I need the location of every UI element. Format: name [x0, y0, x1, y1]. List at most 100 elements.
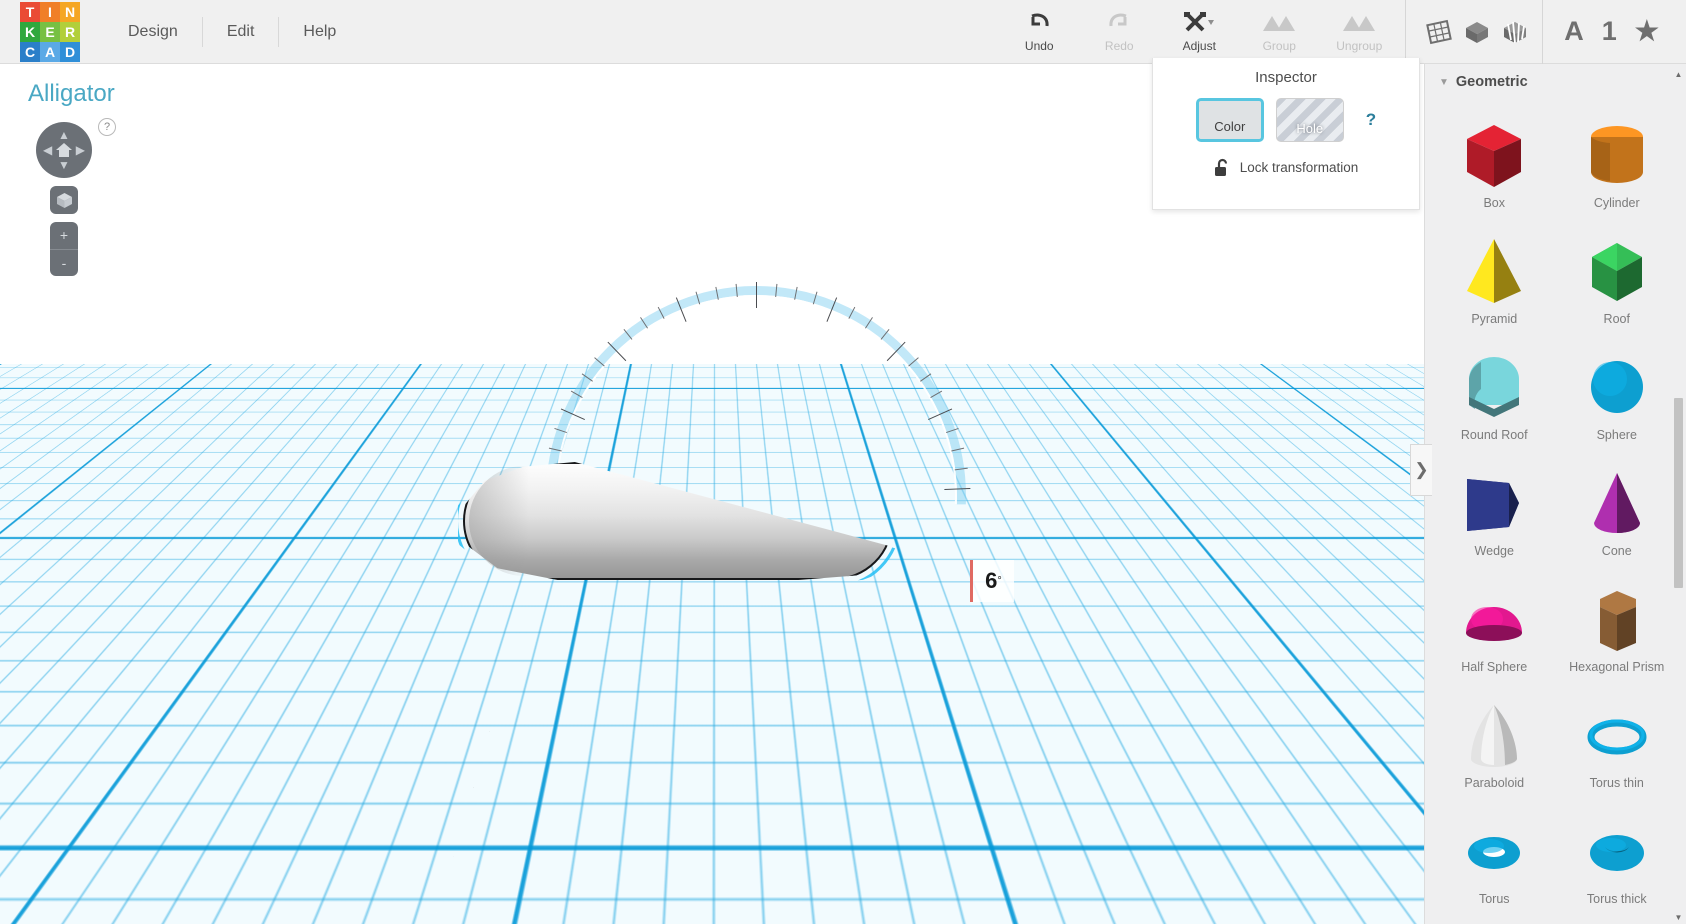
- shape-item-label: Pyramid: [1471, 312, 1517, 326]
- shape-item-label: Torus thick: [1587, 892, 1647, 906]
- hexprism-icon: [1580, 581, 1654, 659]
- shape-item-hexagonal-prism[interactable]: Hexagonal Prism: [1556, 562, 1679, 674]
- zoom-controls[interactable]: + -: [50, 222, 78, 276]
- view-navigation-widget[interactable]: ▲ ▼ ◀ ▶: [36, 122, 92, 178]
- unlocked-padlock-icon: [1214, 158, 1231, 177]
- redo-button[interactable]: Redo: [1079, 0, 1159, 64]
- rotation-angle-unit: °: [997, 575, 1001, 587]
- menu-edit[interactable]: Edit: [203, 17, 280, 47]
- logo-letter: I: [40, 2, 60, 22]
- undo-label: Undo: [1025, 39, 1054, 53]
- snap-grid-select[interactable]: 0.25 ▼: [1330, 886, 1408, 910]
- grid-controls: Edit grid Snap grid 0.25 ▼: [1269, 858, 1408, 910]
- menu-help[interactable]: Help: [279, 17, 360, 47]
- menu-design[interactable]: Design: [104, 17, 203, 47]
- shape-item-round-roof[interactable]: Round Roof: [1433, 330, 1556, 442]
- group-button[interactable]: Group: [1239, 0, 1319, 64]
- tinkercad-logo[interactable]: T I N K E R C A D: [20, 2, 80, 62]
- zoom-out-button[interactable]: -: [50, 250, 78, 277]
- cylinder-icon: [1580, 117, 1654, 195]
- shape-item-cone[interactable]: Cone: [1556, 446, 1679, 558]
- adjust-button[interactable]: Adjust: [1159, 0, 1239, 64]
- home-icon[interactable]: [55, 142, 73, 158]
- color-mode-swatch[interactable]: Color: [1196, 98, 1264, 142]
- shape-item-roof[interactable]: Roof: [1556, 214, 1679, 326]
- redo-label: Redo: [1105, 39, 1134, 53]
- shape-item-label: Box: [1483, 196, 1505, 210]
- logo-letter: R: [60, 22, 80, 42]
- pan-left-arrow-icon[interactable]: ◀: [43, 144, 52, 156]
- color-mode-label: Color: [1214, 119, 1245, 134]
- shape-item-torus-thick[interactable]: Torus thick: [1556, 794, 1679, 906]
- menu-bar: Design Edit Help: [104, 0, 360, 64]
- shape-item-label: Wedge: [1475, 544, 1514, 558]
- glyph-tools: A 1 ★: [1542, 0, 1686, 64]
- shape-item-label: Torus thin: [1590, 776, 1644, 790]
- striped-cube-icon[interactable]: [1496, 10, 1534, 54]
- ungroup-button[interactable]: Ungroup: [1319, 0, 1399, 64]
- favorites-star[interactable]: ★: [1635, 18, 1659, 45]
- shape-item-label: Half Sphere: [1461, 660, 1527, 674]
- group-icon: [1261, 10, 1297, 36]
- snap-grid-row: Snap grid 0.25 ▼: [1269, 886, 1408, 910]
- shapes-category-label: Geometric: [1456, 74, 1528, 90]
- pan-down-arrow-icon[interactable]: ▼: [58, 159, 70, 171]
- shape-item-sphere[interactable]: Sphere: [1556, 330, 1679, 442]
- panel-collapse-handle[interactable]: ❯: [1410, 444, 1432, 496]
- zoom-in-button[interactable]: +: [50, 222, 78, 250]
- project-title[interactable]: Alligator: [28, 80, 115, 108]
- scroll-down-arrow-icon[interactable]: ▼: [1673, 911, 1684, 924]
- inspector-help-icon[interactable]: ?: [1366, 110, 1376, 130]
- undo-button[interactable]: Undo: [999, 0, 1079, 64]
- shape-item-torus-thin[interactable]: Torus thin: [1556, 678, 1679, 790]
- shape-item-cylinder[interactable]: Cylinder: [1556, 98, 1679, 210]
- torusthin-icon: [1580, 697, 1654, 775]
- shape-item-box[interactable]: Box: [1433, 98, 1556, 210]
- inspector-swatch-row: Color Hole ?: [1153, 98, 1419, 142]
- lock-transformation-label: Lock transformation: [1240, 160, 1359, 175]
- shape-item-label: Round Roof: [1461, 428, 1528, 442]
- tinkercad-app: T I N K E R C A D Design Edit Help Undo …: [0, 0, 1686, 924]
- edit-grid-button[interactable]: Edit grid: [1338, 858, 1408, 880]
- paraboloid-body: [463, 462, 893, 580]
- shape-item-label: Cylinder: [1594, 196, 1640, 210]
- shape-item-wedge[interactable]: Wedge: [1433, 446, 1556, 558]
- paraboloid-solid[interactable]: [463, 462, 893, 580]
- fit-to-view-cube-icon[interactable]: [50, 186, 78, 214]
- ruler-tool[interactable]: 1: [1602, 18, 1617, 45]
- shape-item-torus[interactable]: Torus: [1433, 794, 1556, 906]
- scroll-up-arrow-icon[interactable]: ▲: [1673, 68, 1684, 81]
- adjust-label: Adjust: [1183, 39, 1216, 53]
- shapes-category-header[interactable]: ▼ Geometric: [1425, 64, 1686, 94]
- redo-icon: [1107, 10, 1131, 36]
- roundroof-icon: [1457, 349, 1531, 427]
- logo-letter: K: [20, 22, 40, 42]
- shape-item-label: Torus: [1479, 892, 1510, 906]
- top-toolbar: T I N K E R C A D Design Edit Help Undo …: [0, 0, 1686, 64]
- lock-transformation-row[interactable]: Lock transformation: [1153, 158, 1419, 177]
- shapes-panel: ▼ Geometric Box Cylinder Pyramid Roof Ro…: [1424, 64, 1686, 924]
- text-tool[interactable]: A: [1564, 18, 1584, 45]
- rotation-angle-readout: 6 °: [970, 560, 1014, 602]
- scrollbar-thumb[interactable]: [1674, 398, 1683, 588]
- cone-icon: [1580, 465, 1654, 543]
- workplane-icon[interactable]: [1420, 10, 1458, 54]
- shape-item-label: Cone: [1602, 544, 1632, 558]
- solid-cube-icon[interactable]: [1458, 10, 1496, 54]
- shape-item-pyramid[interactable]: Pyramid: [1433, 214, 1556, 326]
- shape-item-half-sphere[interactable]: Half Sphere: [1433, 562, 1556, 674]
- shapes-scrollbar[interactable]: ▲ ▼: [1673, 68, 1684, 924]
- shape-item-paraboloid[interactable]: Paraboloid: [1433, 678, 1556, 790]
- pan-right-arrow-icon[interactable]: ▶: [76, 144, 85, 156]
- viewport-help-icon[interactable]: ?: [98, 118, 116, 136]
- pan-up-arrow-icon[interactable]: ▲: [58, 129, 70, 141]
- rotation-angle-value: 6: [985, 568, 997, 594]
- torusthick-icon: [1580, 813, 1654, 891]
- pyramid-icon: [1457, 233, 1531, 311]
- shapes-grid: Box Cylinder Pyramid Roof Round Roof Sph…: [1425, 94, 1686, 906]
- wedge-icon: [1457, 465, 1531, 543]
- snap-grid-value: 0.25: [1337, 890, 1364, 906]
- view-mode-tools: [1405, 0, 1534, 64]
- undo-icon: [1027, 10, 1051, 36]
- hole-mode-swatch[interactable]: Hole: [1276, 98, 1344, 142]
